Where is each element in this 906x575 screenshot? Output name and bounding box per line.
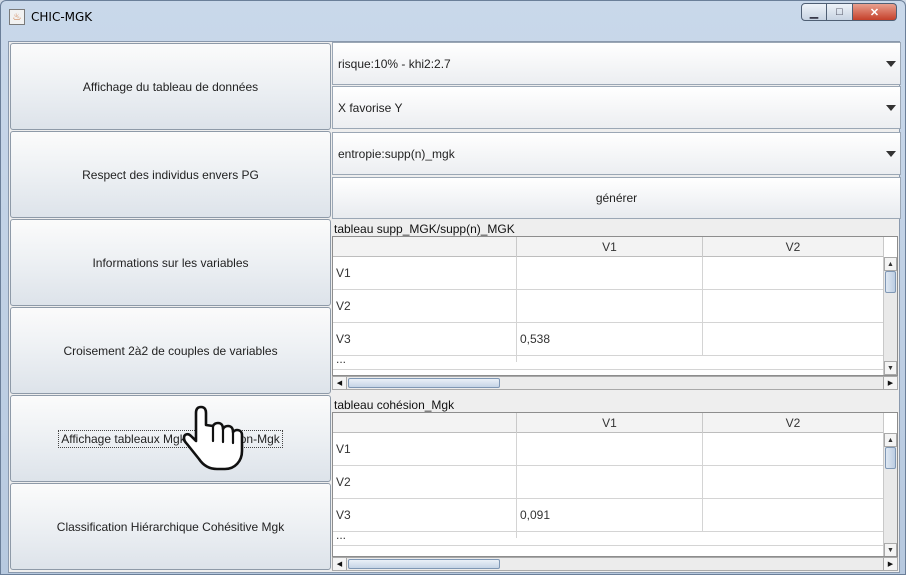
table-cell[interactable]	[703, 257, 884, 289]
table1-vertical-scrollbar[interactable]: ▲ ▼	[883, 257, 897, 375]
table-cell[interactable]	[703, 466, 884, 498]
maximize-button[interactable]: □	[827, 3, 853, 21]
table-cell[interactable]: V2	[333, 466, 517, 498]
pairwise-crossing-button[interactable]: Croisement 2à2 de couples de variables	[10, 307, 331, 394]
close-button[interactable]: ✕	[853, 3, 897, 21]
table-cell[interactable]: ...	[333, 353, 517, 365]
table1-header: V1 V2	[333, 237, 884, 257]
button-label: Informations sur les variables	[92, 255, 249, 270]
table-row[interactable]: V2	[333, 290, 884, 323]
generate-button[interactable]: générer	[332, 177, 901, 219]
table-row[interactable]: ...	[333, 529, 884, 546]
column-header[interactable]	[333, 413, 517, 433]
show-mgk-cohesion-tables-button[interactable]: Affichage tableaux Mgk et Cohésion-Mgk	[10, 395, 331, 482]
table-cell[interactable]: V1	[333, 433, 517, 465]
table2-header: V1 V2	[333, 413, 884, 433]
table-cell[interactable]	[517, 466, 703, 498]
window-title: CHIC-MGK	[31, 10, 93, 24]
table1-title: tableau supp_MGK/supp(n)_MGK	[334, 222, 515, 236]
table-cell[interactable]: ...	[333, 529, 517, 541]
scroll-thumb[interactable]	[885, 447, 896, 469]
chevron-down-icon[interactable]	[882, 87, 900, 128]
table-row[interactable]: V1	[333, 433, 884, 466]
maximize-icon: □	[836, 6, 843, 18]
table2-title: tableau cohésion_Mgk	[334, 398, 455, 412]
button-label: Respect des individus envers PG	[82, 167, 259, 182]
risk-threshold-select[interactable]: risque:10% - khi2:2.7	[332, 42, 901, 85]
table-cell[interactable]: 0,538	[517, 323, 703, 355]
table-row[interactable]: V3 0,091	[333, 499, 884, 532]
table2-horizontal-scrollbar[interactable]: ◀ ▶	[332, 557, 898, 571]
scroll-thumb[interactable]	[348, 378, 500, 388]
button-label: Classification Hiérarchique Cohésitive M…	[56, 519, 285, 534]
column-header[interactable]: V1	[517, 413, 703, 433]
table1-body: V1 V2 V3 0,538 ...	[333, 257, 884, 370]
table-cell[interactable]	[517, 290, 703, 322]
select-value: X favorise Y	[338, 100, 403, 115]
client-area: Affichage du tableau de données Respect …	[8, 41, 901, 574]
scroll-left-icon[interactable]: ◀	[333, 558, 347, 570]
scroll-thumb[interactable]	[348, 559, 500, 569]
minimize-button[interactable]: ▁	[801, 3, 827, 21]
close-icon: ✕	[869, 6, 880, 19]
table-row[interactable]: ...	[333, 353, 884, 370]
table-cell[interactable]	[517, 257, 703, 289]
button-label: Affichage du tableau de données	[82, 79, 259, 94]
table-cell[interactable]	[703, 290, 884, 322]
chevron-down-icon[interactable]	[882, 133, 900, 174]
table-cell[interactable]: V1	[333, 257, 517, 289]
table-row[interactable]: V1	[333, 257, 884, 290]
minimize-icon: ▁	[809, 6, 819, 19]
scroll-left-icon[interactable]: ◀	[333, 377, 347, 389]
show-data-table-button[interactable]: Affichage du tableau de données	[10, 43, 331, 130]
scroll-down-icon[interactable]: ▼	[884, 361, 897, 375]
scroll-right-icon[interactable]: ▶	[883, 558, 897, 570]
relation-type-select[interactable]: X favorise Y	[332, 86, 901, 129]
scroll-up-icon[interactable]: ▲	[884, 257, 897, 271]
table-cell[interactable]	[517, 433, 703, 465]
app-window: ♨ CHIC-MGK ▁ □ ✕ Affichage du tableau de…	[0, 0, 906, 575]
scroll-down-icon[interactable]: ▼	[884, 543, 897, 556]
scroll-right-icon[interactable]: ▶	[883, 377, 897, 389]
button-label: Affichage tableaux Mgk et Cohésion-Mgk	[58, 429, 283, 448]
scroll-up-icon[interactable]: ▲	[884, 433, 897, 447]
table2-vertical-scrollbar[interactable]: ▲ ▼	[883, 433, 897, 556]
table-cell[interactable]: V3	[333, 499, 517, 531]
respect-individuals-button[interactable]: Respect des individus envers PG	[10, 131, 331, 218]
table1: V1 V2 V1 V2 V3 0,538 ... ▲ ▼	[332, 236, 898, 376]
table-cell[interactable]	[703, 433, 884, 465]
scroll-thumb[interactable]	[885, 271, 896, 293]
table-row[interactable]: V2	[333, 466, 884, 499]
table-cell[interactable]: V2	[333, 290, 517, 322]
select-value: risque:10% - khi2:2.7	[338, 56, 451, 71]
column-header[interactable]	[333, 237, 517, 257]
hand-pointer-icon	[182, 405, 244, 471]
title-bar[interactable]: ♨ CHIC-MGK ▁ □ ✕	[1, 1, 905, 33]
window-controls: ▁ □ ✕	[801, 3, 897, 21]
entropy-select[interactable]: entropie:supp(n)_mgk	[332, 132, 901, 175]
table-cell[interactable]	[703, 323, 884, 355]
button-label: Croisement 2à2 de couples de variables	[63, 343, 278, 358]
options-panel: risque:10% - khi2:2.7 X favorise Y entro…	[332, 42, 901, 574]
column-header[interactable]: V1	[517, 237, 703, 257]
chevron-down-icon[interactable]	[882, 43, 900, 84]
column-header[interactable]: V2	[703, 413, 884, 433]
hierarchical-classification-button[interactable]: Classification Hiérarchique Cohésitive M…	[10, 483, 331, 570]
table2-body: V1 V2 V3 0,091 ...	[333, 433, 884, 546]
generate-label: générer	[595, 191, 638, 205]
table-cell[interactable]: 0,091	[517, 499, 703, 531]
column-header[interactable]: V2	[703, 237, 884, 257]
table-row[interactable]: V3 0,538	[333, 323, 884, 356]
java-cup-icon: ♨	[9, 9, 25, 25]
select-value: entropie:supp(n)_mgk	[338, 146, 455, 161]
table2: V1 V2 V1 V2 V3 0,091 ... ▲ ▼	[332, 412, 898, 557]
variables-info-button[interactable]: Informations sur les variables	[10, 219, 331, 306]
table1-horizontal-scrollbar[interactable]: ◀ ▶	[332, 376, 898, 390]
action-button-column: Affichage du tableau de données Respect …	[9, 42, 332, 574]
table-cell[interactable]: V3	[333, 323, 517, 355]
table-cell[interactable]	[703, 499, 884, 531]
